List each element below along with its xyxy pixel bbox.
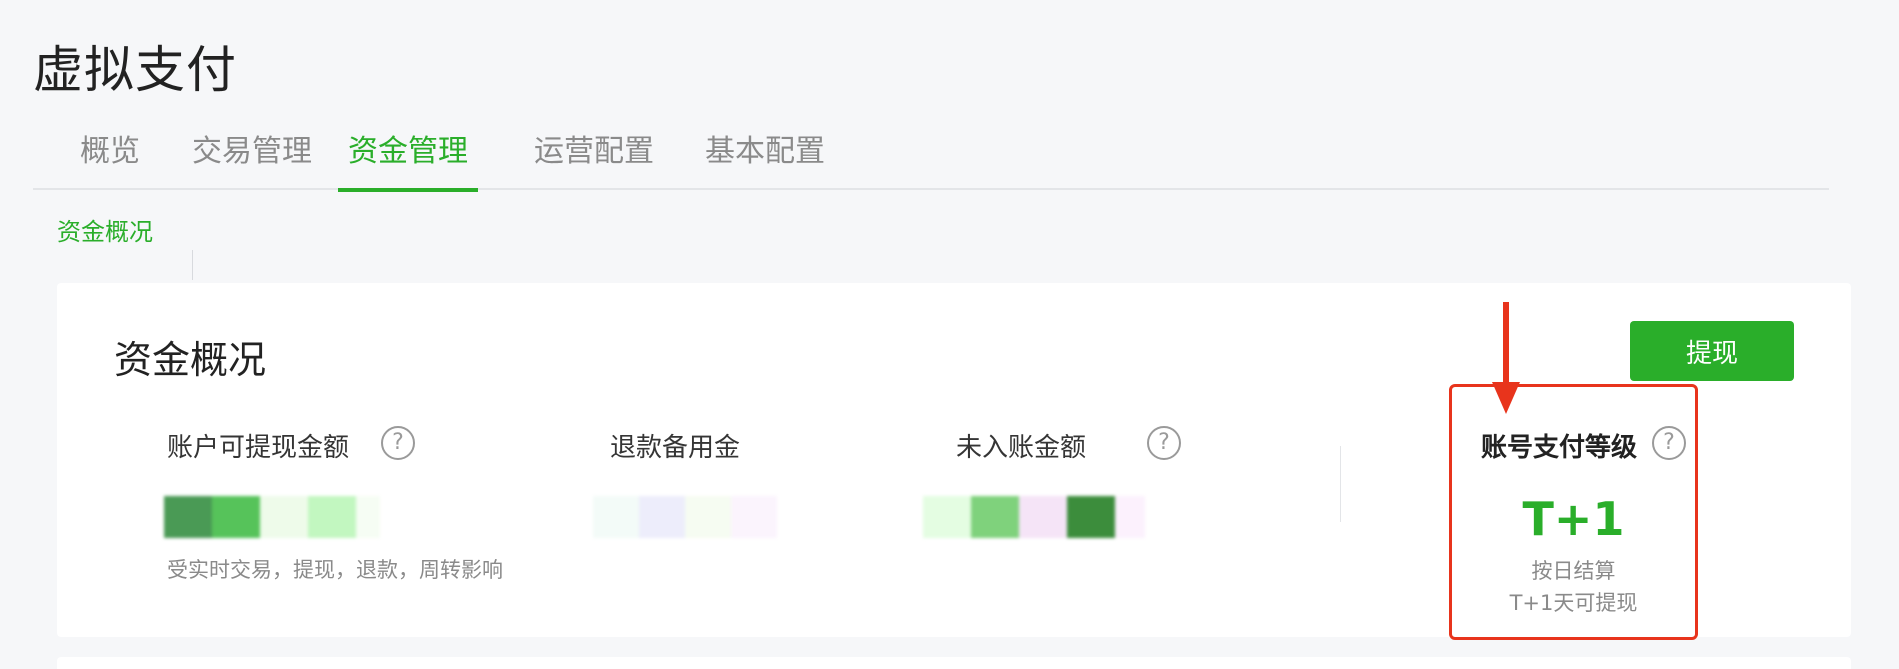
pay-level-value: T+1 <box>1522 492 1625 546</box>
withdraw-button[interactable]: 提现 <box>1630 321 1794 381</box>
subnav-funds-overview[interactable]: 资金概况 <box>57 212 153 247</box>
pay-level-desc-2: T+1天可提现 <box>1509 591 1638 615</box>
subnav-divider <box>192 250 193 280</box>
pay-level-label: 账号支付等级 <box>1481 433 1638 463</box>
question-mark-icon[interactable]: ? <box>1147 426 1181 460</box>
tab-operations[interactable]: 运营配置 <box>532 128 656 190</box>
withdrawable-amount-label: 账户可提现金额 <box>167 433 350 463</box>
pay-level-desc-1: 按日结算 <box>1531 559 1616 583</box>
pay-level-panel: 账号支付等级 ? T+1 按日结算 T+1天可提现 <box>1449 384 1698 640</box>
unsettled-amount-label: 未入账金额 <box>956 433 1087 463</box>
tab-overview[interactable]: 概览 <box>79 128 141 190</box>
question-mark-icon[interactable]: ? <box>1652 426 1686 460</box>
tab-funds[interactable]: 资金管理 <box>338 128 478 192</box>
refund-reserve-value <box>593 496 777 538</box>
main-tabs: 概览 交易管理 资金管理 运营配置 基本配置 <box>33 128 1829 192</box>
card-title: 资金概况 <box>114 338 267 382</box>
metrics-divider <box>1340 446 1341 522</box>
withdrawable-amount-note: 受实时交易，提现，退款，周转影响 <box>167 558 503 582</box>
withdrawable-amount-value <box>164 496 380 538</box>
tab-transactions[interactable]: 交易管理 <box>190 128 314 190</box>
unsettled-amount-value <box>923 496 1145 538</box>
tab-basic-config[interactable]: 基本配置 <box>703 128 827 190</box>
question-mark-icon[interactable]: ? <box>381 426 415 460</box>
next-card <box>57 657 1851 669</box>
page-title: 虚拟支付 <box>33 41 237 99</box>
refund-reserve-label: 退款备用金 <box>610 433 741 463</box>
